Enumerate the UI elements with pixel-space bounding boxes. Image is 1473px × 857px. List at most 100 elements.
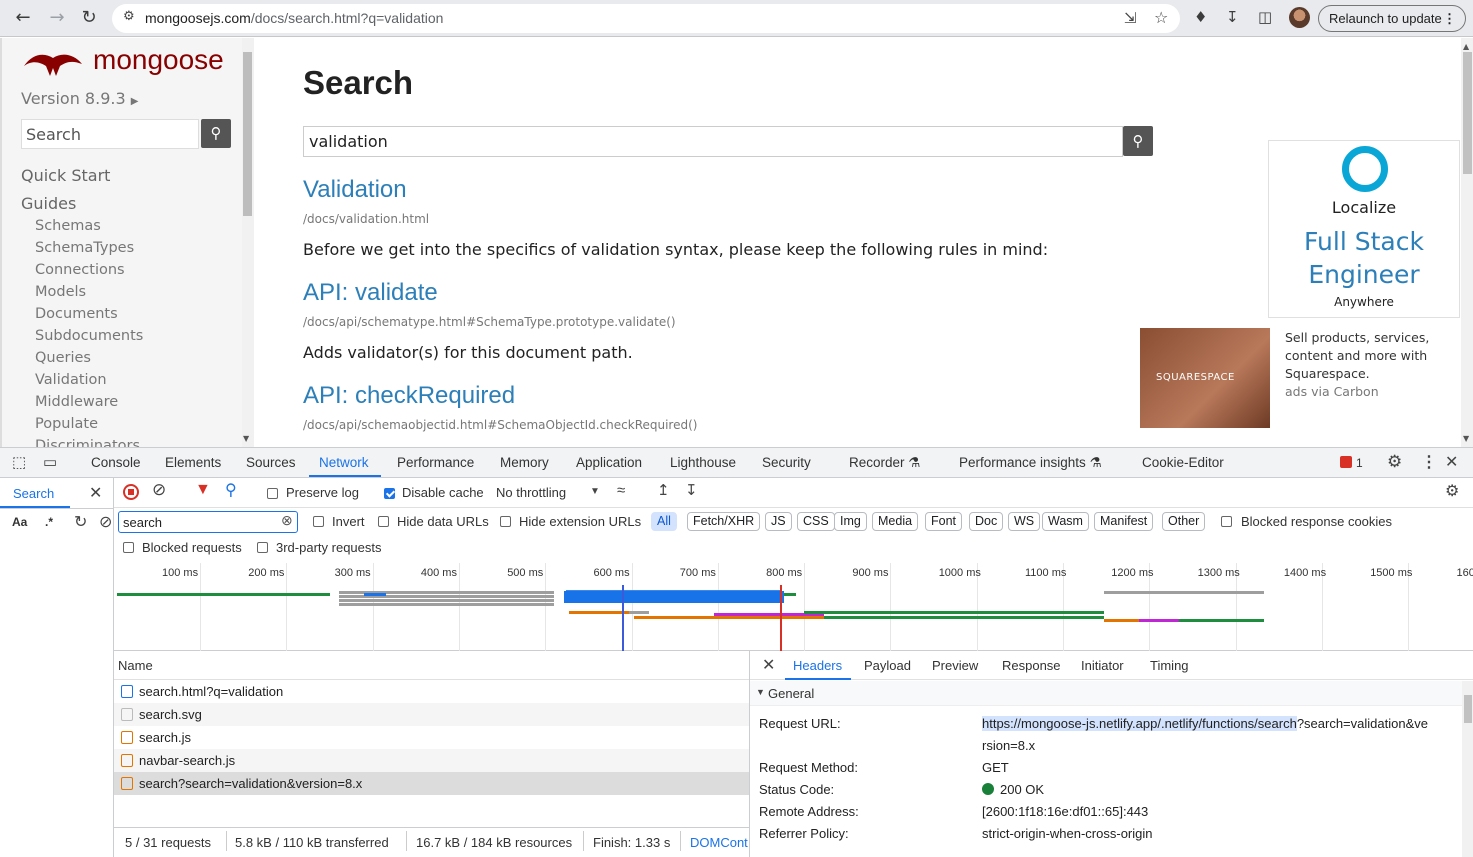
sidebar-item-guides[interactable]: Guides (21, 194, 76, 213)
sidebar-scrollbar-thumb[interactable] (243, 52, 252, 216)
chevron-down-icon[interactable]: ▼ (590, 486, 600, 497)
tab-memory[interactable]: Memory (500, 455, 549, 470)
settings-gear-icon[interactable]: ⚙ (1387, 452, 1402, 472)
tab-lighthouse[interactable]: Lighthouse (670, 455, 736, 470)
clear-filter-icon[interactable]: ⊗ (281, 512, 293, 529)
carbon-ad[interactable]: SQUARESPACE Sell products, services, con… (1134, 318, 1460, 436)
search-icon[interactable]: ⚲ (225, 480, 237, 500)
type-filter-js[interactable]: JS (765, 512, 792, 531)
sidebar-search-button[interactable]: ⚲ (201, 119, 231, 148)
network-conditions-icon[interactable]: ≈ (617, 482, 625, 499)
hide-extension-urls-checkbox[interactable] (500, 516, 511, 527)
tab-headers[interactable]: Headers (793, 658, 842, 673)
tab-security[interactable]: Security (762, 455, 811, 470)
sidebar-item-schemas[interactable]: Schemas (35, 218, 101, 234)
tab-payload[interactable]: Payload (864, 658, 911, 673)
result-title[interactable]: API: checkRequired (303, 382, 515, 410)
record-stop-icon[interactable] (123, 484, 139, 500)
hide-data-urls-checkbox[interactable] (378, 516, 389, 527)
regex-button[interactable]: .* (45, 515, 53, 529)
error-count[interactable]: 1 (1356, 456, 1363, 470)
drawer-tab-search[interactable]: Search (13, 486, 54, 501)
request-row[interactable]: search.html?q=validation (114, 680, 749, 703)
clear-search-icon[interactable]: ⊘ (99, 512, 112, 532)
more-options-icon[interactable]: ⋮ (1421, 452, 1437, 472)
export-har-icon[interactable]: ↧ (685, 481, 698, 499)
blocked-cookies-label[interactable]: Blocked response cookies (1241, 514, 1392, 529)
squarespace-ad-image[interactable]: SQUARESPACE (1140, 328, 1270, 428)
sidebar-item-quick-start[interactable]: Quick Start (21, 166, 110, 185)
import-har-icon[interactable]: ↥ (657, 481, 670, 499)
request-row-selected[interactable]: search?search=validation&version=8.x (114, 772, 749, 795)
request-row[interactable]: navbar-search.js (114, 749, 749, 772)
type-filter-media[interactable]: Media (872, 512, 918, 531)
sidebar-search-input[interactable]: Search (21, 119, 199, 149)
relaunch-button[interactable]: Relaunch to update⋮ (1318, 5, 1466, 32)
sidebar-item-queries[interactable]: Queries (35, 350, 91, 366)
type-filter-other[interactable]: Other (1162, 512, 1205, 531)
tab-initiator[interactable]: Initiator (1081, 658, 1124, 673)
type-filter-css[interactable]: CSS (797, 512, 835, 531)
close-devtools-icon[interactable]: ✕ (1445, 452, 1458, 472)
hide-extension-urls-label[interactable]: Hide extension URLs (519, 514, 641, 529)
type-filter-img[interactable]: Img (834, 512, 867, 531)
sidebar-item-connections[interactable]: Connections (35, 262, 125, 278)
profile-avatar[interactable] (1289, 7, 1310, 28)
tab-preview[interactable]: Preview (932, 658, 978, 673)
scroll-down-arrow-icon[interactable]: ▼ (1463, 434, 1469, 443)
invert-checkbox[interactable] (313, 516, 324, 527)
filter-funnel-icon[interactable]: ▼ (195, 481, 211, 499)
result-title[interactable]: Validation (303, 176, 407, 204)
match-case-button[interactable]: Aa (12, 515, 27, 529)
side-panel-icon[interactable]: ◫ (1258, 8, 1272, 26)
third-party-checkbox[interactable] (257, 542, 268, 553)
disable-cache-label[interactable]: Disable cache (402, 485, 484, 500)
sidebar-item-schematypes[interactable]: SchemaTypes (35, 240, 134, 256)
mongoose-logo-icon[interactable] (22, 48, 84, 78)
main-search-input[interactable]: validation (303, 126, 1123, 157)
preserve-log-checkbox[interactable] (267, 488, 278, 499)
sidebar-item-subdocuments[interactable]: Subdocuments (35, 328, 143, 344)
address-bar[interactable]: ⚙ mongoosejs.com/docs/search.html?q=vali… (112, 4, 1180, 33)
tab-elements[interactable]: Elements (165, 455, 221, 470)
name-column-header[interactable]: Name (118, 658, 153, 673)
network-waterfall-overview[interactable]: 100 ms200 ms300 ms400 ms500 ms600 ms700 … (114, 563, 1473, 651)
preserve-log-label[interactable]: Preserve log (286, 485, 359, 500)
request-url-value[interactable]: https://mongoose-js.netlify.app/.netlify… (982, 716, 1428, 731)
disable-cache-checkbox[interactable] (384, 488, 395, 499)
bookmark-star-icon[interactable]: ☆ (1154, 8, 1168, 27)
details-scrollbar-thumb[interactable] (1464, 695, 1472, 723)
device-toolbar-icon[interactable]: ▭ (43, 453, 57, 471)
tab-sources[interactable]: Sources (246, 455, 296, 470)
tab-cookie-editor[interactable]: Cookie-Editor (1142, 455, 1224, 470)
tab-application[interactable]: Application (576, 455, 642, 470)
version-selector[interactable]: Version 8.9.3 ▶ (21, 89, 138, 108)
share-icon[interactable]: ⇲ (1124, 9, 1137, 27)
logo-text[interactable]: mongoose (93, 44, 224, 76)
forward-icon[interactable]: → (46, 7, 68, 29)
type-filter-manifest[interactable]: Manifest (1094, 512, 1153, 531)
extensions-icon[interactable]: ♦ (1194, 8, 1207, 26)
job-ad[interactable]: Localize Full Stack Engineer Anywhere (1268, 140, 1460, 318)
network-filter-input[interactable]: search (118, 511, 298, 533)
reload-icon[interactable]: ↻ (78, 7, 100, 29)
close-details-icon[interactable]: ✕ (762, 655, 775, 675)
request-row[interactable]: search.svg (114, 703, 749, 726)
network-settings-icon[interactable]: ⚙ (1445, 481, 1459, 501)
sidebar-item-validation[interactable]: Validation (35, 372, 107, 388)
scroll-down-arrow-icon[interactable]: ▼ (243, 434, 249, 443)
request-row[interactable]: search.js (114, 726, 749, 749)
type-filter-doc[interactable]: Doc (969, 512, 1003, 531)
third-party-label[interactable]: 3rd-party requests (276, 540, 382, 555)
downloads-icon[interactable]: ↧ (1226, 8, 1239, 26)
sidebar-item-middleware[interactable]: Middleware (35, 394, 118, 410)
sidebar-item-populate[interactable]: Populate (35, 416, 98, 432)
result-title[interactable]: API: validate (303, 279, 438, 307)
main-search-button[interactable]: ⚲ (1123, 126, 1153, 156)
page-scrollbar-thumb[interactable] (1463, 52, 1472, 174)
inspect-element-icon[interactable]: ⬚ (12, 453, 26, 471)
tab-recorder[interactable]: Recorder ⚗ (849, 455, 920, 471)
tab-response[interactable]: Response (1002, 658, 1061, 673)
ad-via[interactable]: ads via Carbon (1285, 384, 1379, 399)
blocked-requests-checkbox[interactable] (123, 542, 134, 553)
